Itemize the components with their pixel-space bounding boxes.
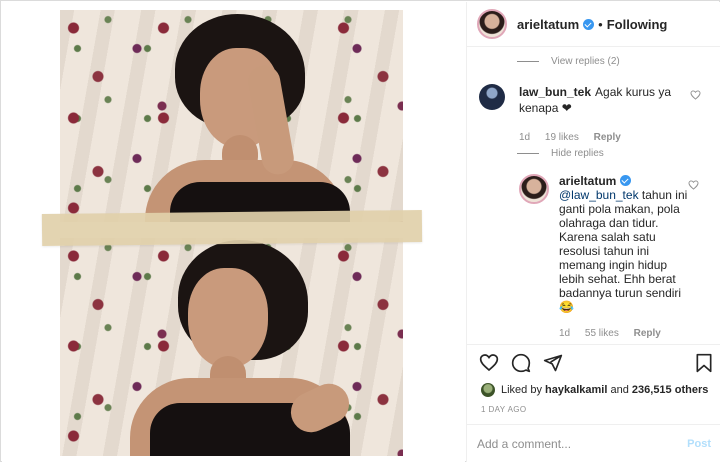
reply-body: arieltatum @law_bun_tek tahun ini ganti … bbox=[559, 174, 693, 314]
liker-avatar[interactable] bbox=[481, 383, 495, 397]
commenter-avatar[interactable] bbox=[479, 84, 505, 110]
likes-count[interactable]: 236,515 others bbox=[632, 384, 708, 396]
reply-text: tahun ini ganti pola makan, pola olahrag… bbox=[559, 188, 688, 314]
person-bottom bbox=[60, 238, 403, 456]
liker-username[interactable]: haykalkamil bbox=[545, 384, 607, 396]
comment-age: 1d bbox=[519, 132, 531, 143]
bookmark-icon[interactable] bbox=[695, 353, 713, 373]
post-header: arieltatum • Following bbox=[467, 2, 720, 47]
post-date: 1 DAY AGO bbox=[481, 405, 527, 414]
comment-icon[interactable] bbox=[511, 353, 531, 373]
instagram-post-window: arieltatum • Following View replies (2) … bbox=[0, 0, 720, 462]
reply-like-heart-icon[interactable] bbox=[688, 180, 699, 190]
photo-bottom bbox=[60, 238, 403, 456]
thread-line bbox=[517, 153, 539, 154]
following-button[interactable]: Following bbox=[607, 17, 668, 32]
reply-meta: 1d 55 likes Reply bbox=[559, 328, 673, 339]
header-separator: • bbox=[598, 16, 603, 32]
comments-list[interactable]: View replies (2) law_bun_tek Agak kurus y… bbox=[467, 48, 720, 344]
action-icons bbox=[479, 353, 575, 373]
share-icon[interactable] bbox=[543, 353, 563, 373]
likes-middle: and bbox=[610, 384, 629, 396]
comment-reply-button[interactable]: Reply bbox=[594, 132, 621, 143]
post-details-panel: arieltatum • Following View replies (2) … bbox=[466, 2, 720, 462]
post-media[interactable] bbox=[2, 2, 465, 462]
comment-input[interactable] bbox=[477, 436, 688, 451]
post-comment-button[interactable]: Post bbox=[687, 438, 711, 450]
author-avatar[interactable] bbox=[477, 9, 507, 39]
commenter-username[interactable]: law_bun_tek bbox=[519, 85, 591, 99]
hide-replies-button[interactable]: Hide replies bbox=[517, 148, 604, 159]
reply-author-avatar[interactable] bbox=[519, 174, 549, 204]
comment-body: law_bun_tek Agak kurus ya kenapa ❤ bbox=[519, 84, 689, 116]
reply-likes[interactable]: 55 likes bbox=[585, 328, 619, 339]
post-actions: Liked by haykalkamil and 236,515 others … bbox=[467, 344, 720, 424]
hide-replies-label: Hide replies bbox=[551, 148, 604, 159]
reply-mention-link[interactable]: @law_bun_tek bbox=[559, 188, 639, 202]
heart-icon[interactable] bbox=[479, 353, 499, 372]
reply-age: 1d bbox=[559, 328, 571, 339]
thread-line bbox=[517, 61, 539, 62]
author-username[interactable]: arieltatum bbox=[517, 17, 579, 32]
view-replies-label: View replies (2) bbox=[551, 56, 620, 67]
likes-summary: Liked by haykalkamil and 236,515 others bbox=[481, 383, 708, 397]
comment-likes[interactable]: 19 likes bbox=[545, 132, 579, 143]
reply-reply-button[interactable]: Reply bbox=[634, 328, 661, 339]
verified-badge-icon bbox=[620, 175, 632, 186]
tape-strip bbox=[41, 210, 423, 246]
view-replies-button[interactable]: View replies (2) bbox=[517, 56, 620, 67]
verified-badge-icon bbox=[583, 18, 595, 30]
comment-composer: Post bbox=[467, 424, 720, 462]
comment-like-heart-icon[interactable] bbox=[690, 90, 701, 100]
likes-prefix: Liked by bbox=[501, 384, 542, 396]
photo-top bbox=[60, 10, 403, 222]
comment-meta: 1d 19 likes Reply bbox=[519, 132, 633, 143]
reply-author-username[interactable]: arieltatum bbox=[559, 174, 616, 188]
person-top bbox=[60, 10, 403, 222]
